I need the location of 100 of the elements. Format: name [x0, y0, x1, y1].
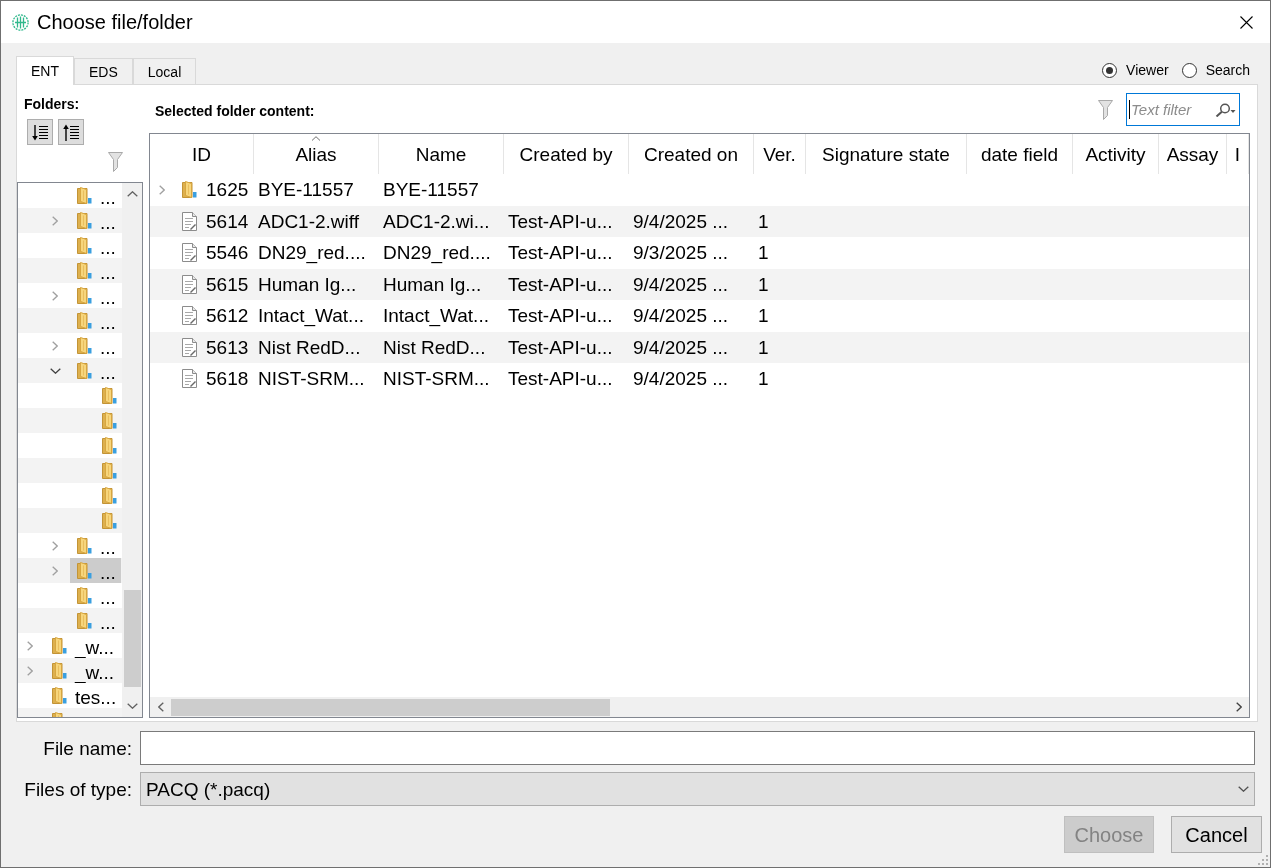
folder-icon — [102, 412, 117, 429]
file-type-dropdown[interactable]: PACQ (*.pacq) — [140, 772, 1255, 806]
tree-item[interactable]: ... — [70, 333, 121, 358]
folder-icon — [52, 687, 67, 704]
table-cell: 9/4/2025 ... — [633, 337, 729, 357]
folder-icon — [77, 262, 92, 279]
folder-icon — [77, 562, 92, 579]
text-cursor — [1129, 100, 1130, 119]
table-cell: Test-API-u... — [508, 306, 613, 326]
table-cell: 5615 — [206, 274, 249, 294]
table-cell: Test-API-u... — [508, 243, 613, 263]
content-title: Selected folder content: — [155, 104, 315, 118]
table-cell: BYE-11557 — [258, 180, 354, 200]
tree-item[interactable]: tes... — [45, 683, 122, 708]
chevron-down-icon[interactable] — [1238, 786, 1249, 792]
table-cell: BYE-11557 — [383, 180, 479, 200]
chevron-down-icon[interactable] — [49, 367, 61, 374]
sort-up-icon — [62, 123, 80, 141]
folder-icon — [182, 181, 197, 199]
sort-up-button[interactable] — [58, 119, 84, 145]
chevron-down-icon[interactable] — [126, 703, 138, 709]
table-cell: 9/4/2025 ... — [633, 369, 729, 389]
cancel-button[interactable]: Cancel — [1171, 816, 1262, 853]
table-cell: Intact_Wat... — [383, 306, 489, 326]
radio-option[interactable]: Viewer — [1102, 62, 1169, 78]
file-name-field[interactable] — [140, 731, 1255, 765]
close-icon[interactable] — [1240, 15, 1253, 29]
filter-icon[interactable] — [108, 152, 123, 172]
search-icon[interactable] — [1214, 103, 1236, 117]
folder-icon — [102, 487, 117, 504]
file-icon — [181, 243, 198, 263]
folder-icon — [77, 362, 92, 379]
table-cell: 1 — [758, 211, 769, 231]
tab[interactable]: Local — [132, 58, 197, 84]
folder-icon — [77, 237, 92, 254]
table-cell: Human Ig... — [383, 274, 482, 294]
app-logo-icon — [12, 13, 29, 31]
table-cell: Test-API-u... — [508, 211, 613, 231]
table-cell: 1 — [758, 243, 769, 263]
table-cell: DN29_red.... — [258, 243, 366, 263]
table-cell: 1 — [758, 306, 769, 326]
file-icon — [181, 337, 198, 357]
chevron-right-icon[interactable] — [1236, 702, 1242, 712]
table-cell: 1 — [758, 369, 769, 389]
table-cell: 9/4/2025 ... — [633, 211, 729, 231]
table-cell: 1 — [758, 274, 769, 294]
folder-icon — [77, 612, 92, 629]
sort-down-button[interactable] — [27, 119, 53, 145]
folder-icon — [77, 287, 92, 304]
folders-label: Folders: — [24, 96, 80, 113]
file-icon — [181, 211, 198, 231]
table-cell: 5618 — [206, 369, 249, 389]
tree-item[interactable]: ... — [70, 233, 121, 258]
window-title: Choose file/folder — [37, 12, 193, 32]
text-filter-field[interactable]: Text filter — [1126, 93, 1240, 126]
table-cell: DN29_red.... — [383, 243, 491, 263]
tab[interactable]: ENT — [16, 56, 74, 85]
chevron-left-icon[interactable] — [157, 702, 164, 712]
tree-item[interactable]: ... — [70, 533, 121, 558]
table-cell: ADC1-2.wiff — [258, 211, 359, 231]
folder-icon — [52, 662, 67, 679]
tree-item[interactable]: ... — [70, 583, 121, 608]
table-cell: 5613 — [206, 337, 249, 357]
chevron-up-icon[interactable] — [126, 191, 138, 197]
table-cell: Human Ig... — [258, 274, 357, 294]
folder-icon — [77, 212, 92, 229]
table-cell: 5546 — [206, 243, 249, 263]
tree-item[interactable]: ... — [70, 183, 121, 208]
folder-icon — [52, 637, 67, 654]
tab[interactable]: EDS — [74, 58, 133, 84]
folder-icon — [77, 337, 92, 354]
folder-icon — [102, 437, 117, 454]
table-cell: Test-API-u... — [508, 274, 613, 294]
table-cell: 9/3/2025 ... — [633, 243, 729, 263]
resize-grip-icon[interactable] — [1258, 855, 1268, 865]
folder-icon — [77, 187, 92, 204]
table-cell: Intact_Wat... — [258, 306, 364, 326]
folder-icon — [102, 462, 117, 479]
file-icon — [181, 306, 198, 326]
table-cell: 5614 — [206, 211, 249, 231]
tree-item[interactable]: ... — [70, 558, 121, 583]
radio-option[interactable]: Search — [1181, 62, 1250, 78]
file-icon — [181, 274, 198, 294]
table-cell: 9/4/2025 ... — [633, 306, 729, 326]
filter-icon[interactable] — [1098, 99, 1113, 120]
folder-icon — [102, 512, 117, 529]
tree-item[interactable]: ... — [70, 283, 121, 308]
table-cell: Nist RedD... — [258, 337, 361, 357]
table-cell: ADC1-2.wi... — [383, 211, 490, 231]
table-cell: 1625 — [206, 180, 249, 200]
file-icon — [181, 369, 198, 389]
scrollbar-thumb[interactable] — [171, 698, 610, 716]
field-label: Files of type: — [24, 779, 132, 799]
folder-icon — [77, 312, 92, 329]
scrollbar-thumb[interactable] — [123, 590, 141, 687]
table-cell: 5612 — [206, 306, 249, 326]
table-cell: 9/4/2025 ... — [633, 274, 729, 294]
table-cell: 1 — [758, 337, 769, 357]
tree-item[interactable]: _w... — [45, 633, 120, 658]
table-cell: Test-API-u... — [508, 337, 613, 357]
